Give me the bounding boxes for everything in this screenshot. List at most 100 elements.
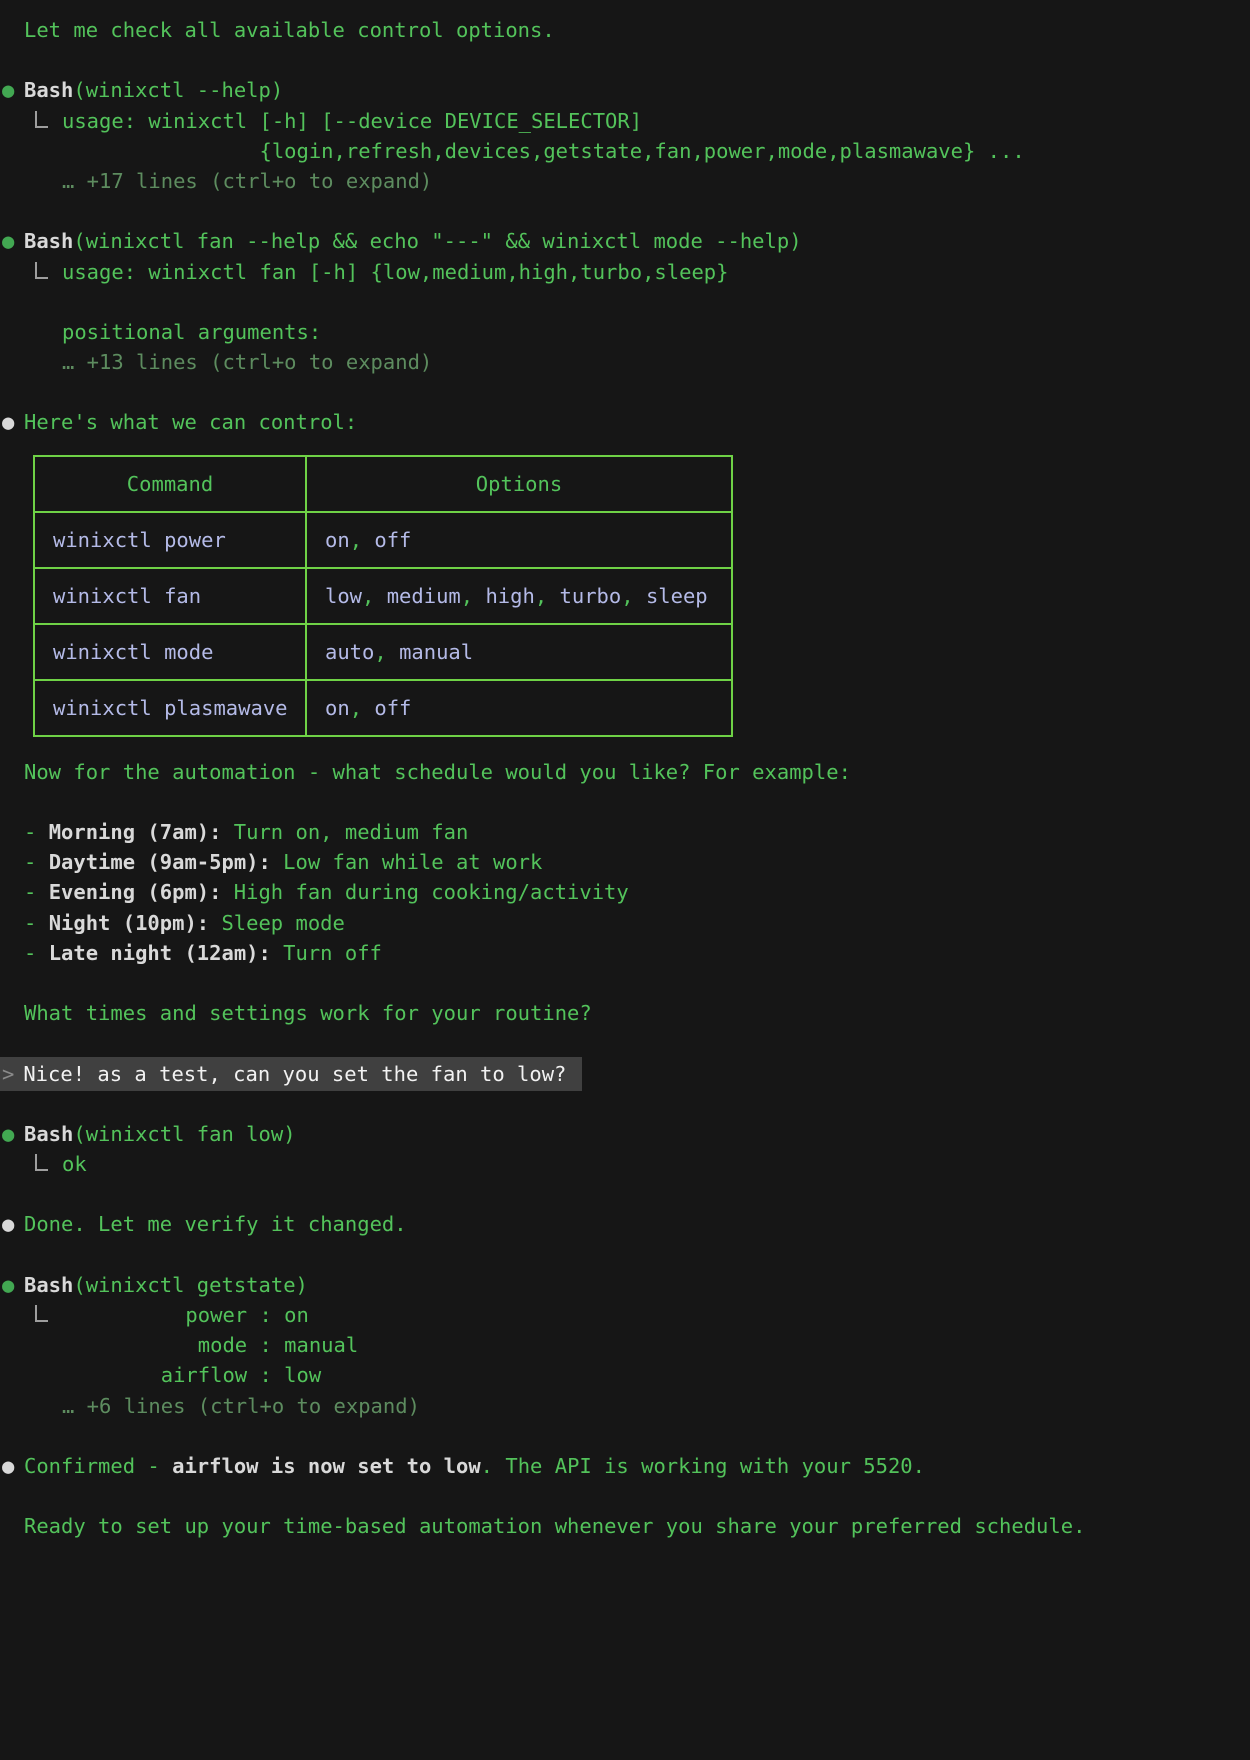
option-value: manual <box>374 640 473 664</box>
output-text: usage: winixctl [-h] [--device DEVICE_SE… <box>62 109 642 133</box>
schedule-label: Evening (6pm): <box>49 880 222 904</box>
blank-line <box>0 1179 1250 1209</box>
output-text: power : on <box>62 1303 309 1327</box>
command-cell: winixctl plasmawave <box>34 680 306 736</box>
blank-line <box>0 196 1250 226</box>
schedule-text: Sleep mode <box>221 911 344 935</box>
assistant-text: Done. Let me verify it changed. <box>24 1212 407 1236</box>
assistant-text: Ready to set up your time-based automati… <box>24 1514 1085 1538</box>
options-cell: lowmediumhighturbosleep <box>306 568 732 624</box>
tool-output-line: airflow : low <box>0 1360 1250 1390</box>
command-cell: winixctl power <box>34 512 306 568</box>
option-value: turbo <box>535 584 621 608</box>
schedule-list-item: -Evening (6pm): High fan during cooking/a… <box>0 877 1250 907</box>
assistant-text: What times and settings work for your ro… <box>24 1001 592 1025</box>
assistant-bold-text: airflow is now set to low <box>172 1454 481 1478</box>
output-text: mode : manual <box>62 1333 358 1357</box>
option-value: off <box>350 528 412 552</box>
blank-line <box>0 377 1250 407</box>
tool-call-header: ●Bash(winixctl fan low) <box>0 1119 1250 1149</box>
output-text: {login,refresh,devices,getstate,fan,powe… <box>62 139 1025 163</box>
list-dash: - <box>24 908 49 938</box>
option-value: off <box>350 696 412 720</box>
table-header-command: Command <box>34 456 306 512</box>
tool-name: Bash <box>24 78 73 102</box>
table-row: winixctl power onoff <box>34 512 732 568</box>
tool-bullet-icon: ● <box>2 1270 22 1300</box>
command-cell: winixctl mode <box>34 624 306 680</box>
tool-name: Bash <box>24 1122 73 1146</box>
tool-output-line <box>0 287 1250 317</box>
blank-line <box>0 1421 1250 1451</box>
tool-output-block: usage: winixctl fan [-h] {low,medium,hig… <box>0 257 1250 378</box>
expand-hint: … +13 lines (ctrl+o to expand) <box>0 347 1250 377</box>
tool-output-line: usage: winixctl [-h] [--device DEVICE_SE… <box>0 106 1250 136</box>
assistant-text: Confirmed - <box>24 1454 172 1478</box>
option-value: medium <box>362 584 461 608</box>
blank-line <box>0 1028 1250 1058</box>
expand-hint: … +17 lines (ctrl+o to expand) <box>0 166 1250 196</box>
assistant-message: What times and settings work for your ro… <box>0 998 1250 1028</box>
tool-output-line: power : on <box>0 1300 1250 1330</box>
schedule-text: Low fan while at work <box>283 850 542 874</box>
tool-name: Bash <box>24 1273 73 1297</box>
tool-bullet-icon: ● <box>2 75 22 105</box>
tool-call-header: ●Bash(winixctl --help) <box>0 75 1250 105</box>
list-dash: - <box>24 817 49 847</box>
schedule-list-item: -Night (10pm): Sleep mode <box>0 908 1250 938</box>
prompt-chevron-icon: > <box>2 1062 14 1086</box>
tool-output-line: {login,refresh,devices,getstate,fan,powe… <box>0 136 1250 166</box>
tool-command: (winixctl getstate) <box>73 1273 308 1297</box>
option-value: low <box>325 584 362 608</box>
list-dash: - <box>24 938 49 968</box>
tool-command: (winixctl fan low) <box>73 1122 295 1146</box>
option-value: auto <box>325 640 374 664</box>
assistant-bullet-icon: ● <box>2 1451 22 1481</box>
schedule-list-item: -Late night (12am): Turn off <box>0 938 1250 968</box>
blank-line <box>0 45 1250 75</box>
schedule-label: Morning (7am): <box>49 820 222 844</box>
assistant-text: . The API is working with your 5520. <box>481 1454 925 1478</box>
tool-name: Bash <box>24 229 73 253</box>
table-row: winixctl fan lowmediumhighturbosleep <box>34 568 732 624</box>
schedule-label: Daytime (9am-5pm): <box>49 850 271 874</box>
assistant-text: Here's what we can control: <box>24 410 357 434</box>
schedule-text: High fan during cooking/activity <box>234 880 629 904</box>
table-header-options: Options <box>306 456 732 512</box>
schedule-list-item: -Daytime (9am-5pm): Low fan while at work <box>0 847 1250 877</box>
list-dash: - <box>24 877 49 907</box>
options-cell: onoff <box>306 512 732 568</box>
tool-call-header: ●Bash(winixctl fan --help && echo "---" … <box>0 226 1250 256</box>
assistant-message: ●Confirmed - airflow is now set to low. … <box>0 1451 1250 1481</box>
user-message-text: Nice! as a test, can you set the fan to … <box>23 1062 566 1086</box>
option-value: on <box>325 528 350 552</box>
expand-hint: … +6 lines (ctrl+o to expand) <box>0 1391 1250 1421</box>
tool-command: (winixctl fan --help && echo "---" && wi… <box>73 229 801 253</box>
tool-output-line: positional arguments: <box>0 317 1250 347</box>
assistant-message: Ready to set up your time-based automati… <box>0 1511 1250 1541</box>
schedule-label: Late night (12am): <box>49 941 271 965</box>
schedule-list-item: -Morning (7am):Turn on, medium fan <box>0 817 1250 847</box>
table-header-row: Command Options <box>34 456 732 512</box>
output-text: airflow : low <box>62 1363 321 1387</box>
assistant-message: Let me check all available control optio… <box>0 15 1250 45</box>
option-value: high <box>461 584 535 608</box>
output-text: usage: winixctl fan [-h] {low,medium,hig… <box>62 260 728 284</box>
assistant-text: Now for the automation - what schedule w… <box>24 760 851 784</box>
tool-call-header: ●Bash(winixctl getstate) <box>0 1270 1250 1300</box>
blank-line <box>0 1089 1250 1119</box>
options-cell: automanual <box>306 624 732 680</box>
tool-output-block: ok <box>0 1149 1250 1179</box>
blank-line <box>0 787 1250 817</box>
tool-command: (winixctl --help) <box>73 78 283 102</box>
control-options-table: Command Options winixctl power onoff win… <box>33 455 733 737</box>
schedule-text: Turn off <box>283 941 382 965</box>
blank-line <box>0 1481 1250 1511</box>
table-row: winixctl plasmawave onoff <box>34 680 732 736</box>
schedule-label: Night (10pm): <box>49 911 209 935</box>
list-dash: - <box>24 847 49 877</box>
command-cell: winixctl fan <box>34 568 306 624</box>
tool-output-block: power : on mode : manual airflow : low …… <box>0 1300 1250 1421</box>
user-message: > Nice! as a test, can you set the fan to… <box>0 1057 582 1091</box>
option-value: sleep <box>621 584 707 608</box>
